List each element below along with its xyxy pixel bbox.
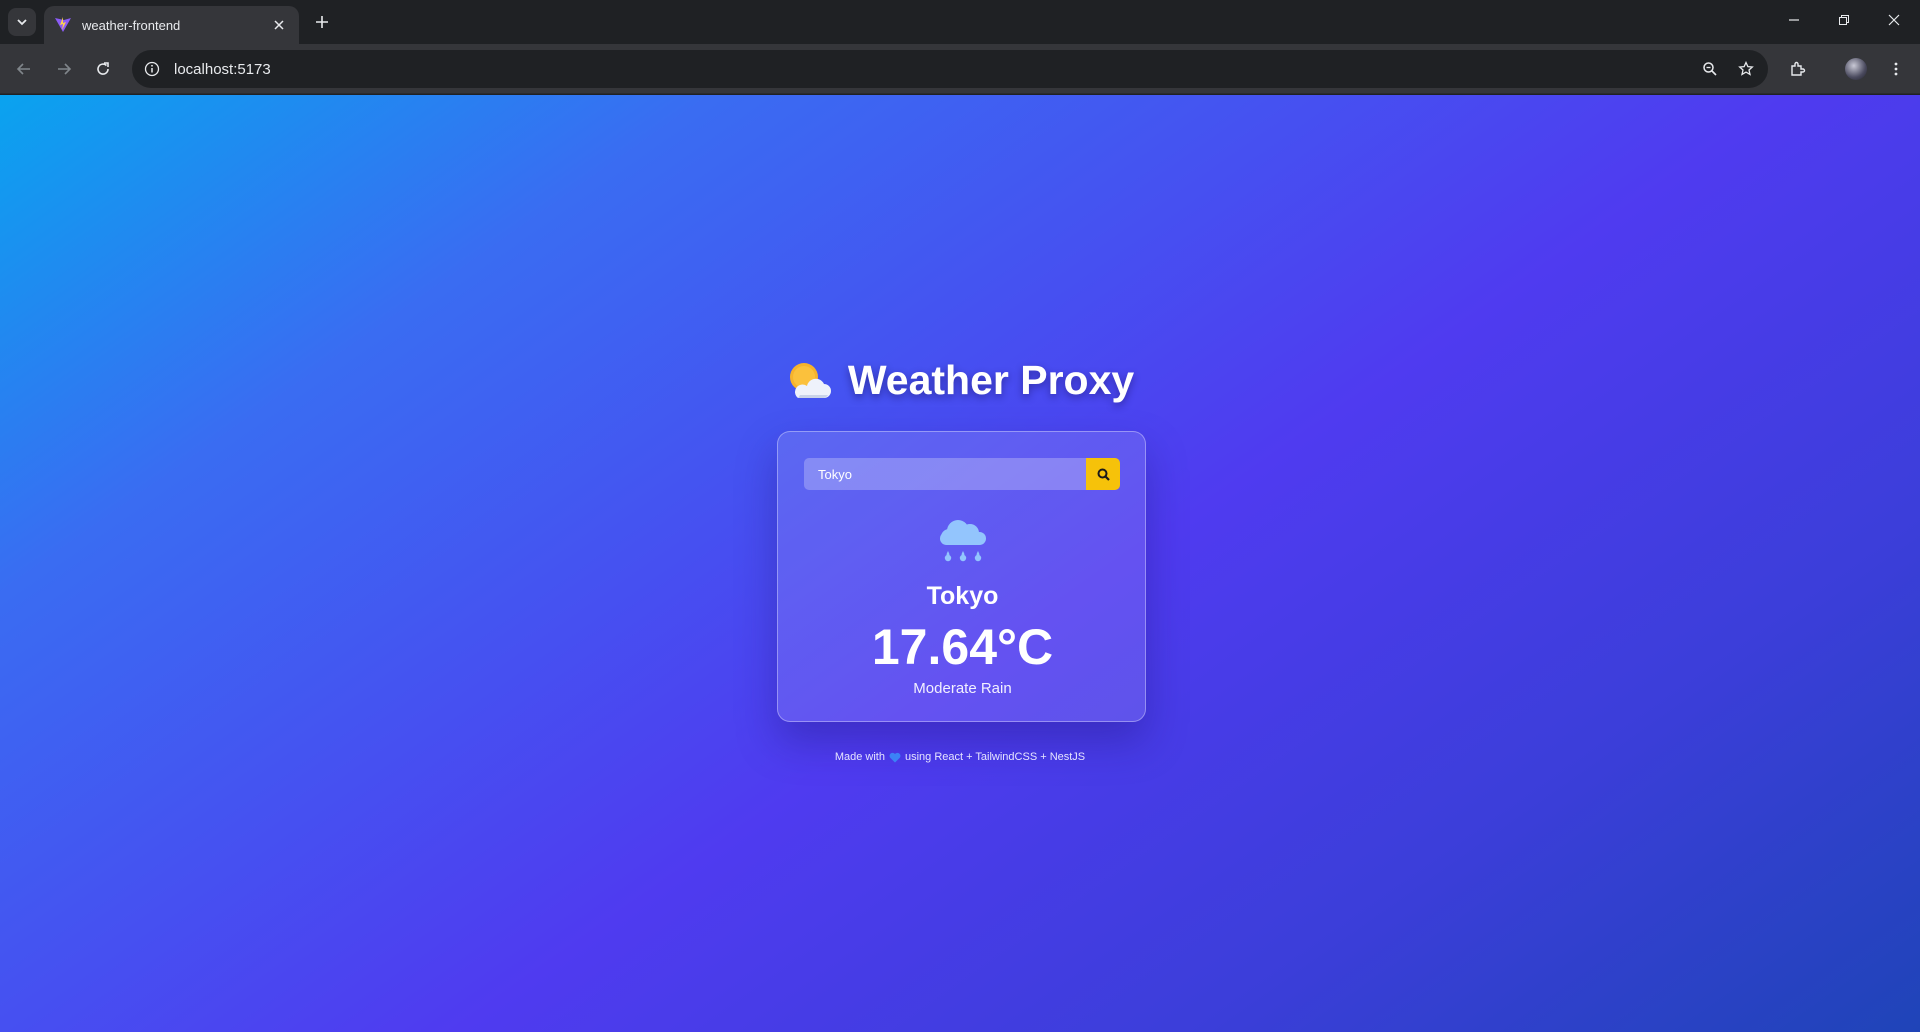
more-vertical-icon	[1894, 62, 1898, 76]
avatar	[1845, 58, 1867, 80]
minimize-icon	[1789, 19, 1799, 21]
browser-tab-strip: weather-frontend	[0, 0, 1920, 44]
sun-behind-cloud-icon	[789, 362, 831, 398]
footer-prefix: Made with	[834, 751, 885, 763]
tab-title: weather-frontend	[82, 17, 181, 33]
restore-window-button[interactable]	[1820, 0, 1868, 40]
extensions-button[interactable]	[1784, 55, 1812, 83]
profile-button[interactable]	[1842, 55, 1870, 83]
back-button[interactable]	[10, 55, 38, 83]
browser-tab[interactable]: weather-frontend	[44, 6, 299, 44]
search-bar	[804, 458, 1120, 490]
page-background: Weather Proxy Tokyo 17.64°C	[0, 95, 1920, 1032]
minimize-window-button[interactable]	[1770, 0, 1818, 40]
tab-search-button[interactable]	[8, 8, 36, 36]
arrow-left-icon	[16, 63, 30, 75]
rain-cloud-icon	[940, 520, 986, 562]
url-text[interactable]: localhost:5173	[174, 61, 1696, 78]
blue-heart-icon	[889, 752, 901, 762]
chevron-down-icon	[17, 19, 27, 26]
footer: Made with using React + TailwindCSS + Ne…	[0, 751, 1920, 763]
search-icon	[1097, 468, 1110, 481]
close-window-button[interactable]	[1870, 0, 1918, 40]
address-bar[interactable]: localhost:5173	[132, 50, 1768, 88]
bookmark-star-icon[interactable]	[1732, 55, 1760, 83]
weather-card: Tokyo 17.64°C Moderate Rain	[777, 431, 1146, 722]
site-info-icon[interactable]	[142, 59, 162, 79]
footer-suffix: using React + TailwindCSS + NestJS	[904, 751, 1086, 763]
vite-logo-icon	[55, 17, 71, 32]
forward-button[interactable]	[50, 55, 78, 83]
close-icon	[1888, 14, 1900, 26]
reload-icon	[97, 62, 109, 75]
app-title: Weather Proxy	[0, 357, 1920, 404]
weather-description: Moderate Rain	[913, 680, 1012, 697]
arrow-right-icon	[58, 63, 72, 75]
restore-icon	[1839, 15, 1849, 25]
browser-toolbar: localhost:5173	[0, 44, 1920, 94]
city-search-input[interactable]	[804, 458, 1086, 490]
plus-icon	[316, 16, 328, 28]
temperature: 17.64°C	[871, 619, 1054, 675]
browser-menu-button[interactable]	[1882, 55, 1910, 83]
zoom-icon[interactable]	[1696, 55, 1724, 83]
city-name: Tokyo	[926, 582, 999, 610]
puzzle-icon	[1791, 61, 1806, 76]
new-tab-button[interactable]	[310, 10, 334, 34]
reload-button[interactable]	[89, 55, 117, 83]
close-tab-icon[interactable]	[269, 15, 289, 35]
search-button[interactable]	[1086, 458, 1120, 490]
app-title-text: Weather Proxy	[847, 357, 1135, 403]
